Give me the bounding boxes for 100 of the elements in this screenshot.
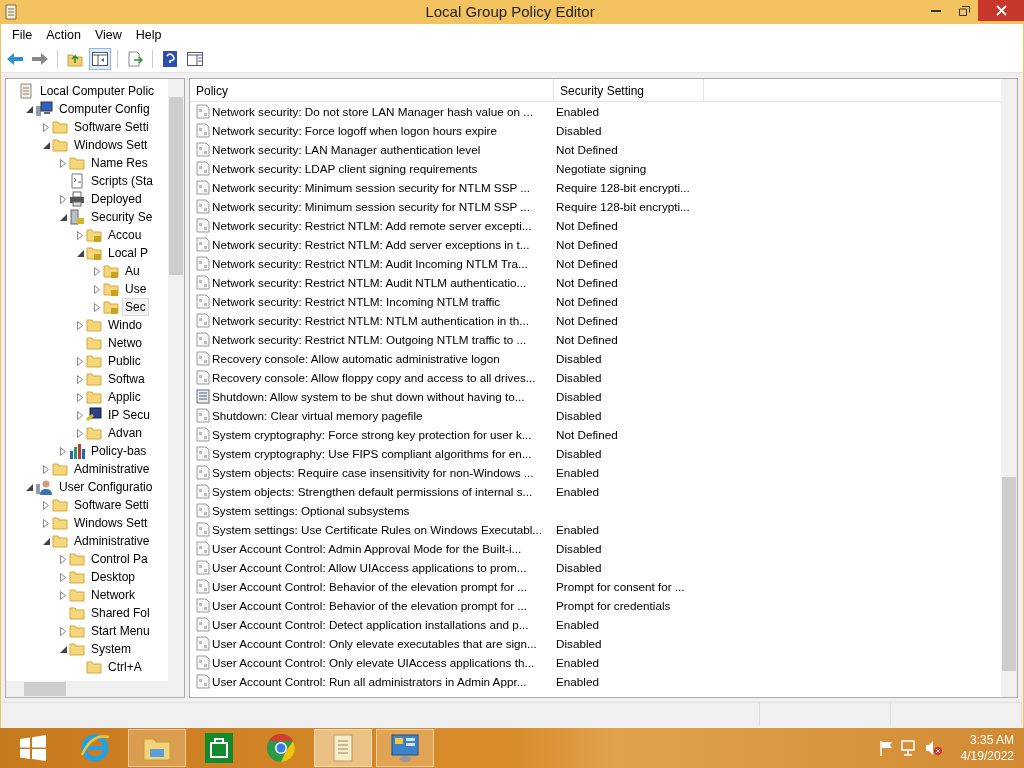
tree-item[interactable]: Accou xyxy=(105,226,145,244)
tree-item[interactable]: Software Setti xyxy=(71,496,152,514)
collapsed-arrow-icon[interactable] xyxy=(77,374,83,384)
locked-folder-icon xyxy=(103,263,119,279)
vertical-scrollbar[interactable] xyxy=(168,79,184,681)
toolbar-button[interactable] xyxy=(89,48,111,70)
column-header[interactable]: Security Setting xyxy=(554,79,704,101)
collapsed-arrow-icon[interactable] xyxy=(94,266,100,276)
tree-item[interactable]: System xyxy=(88,640,134,658)
menu-item[interactable]: File xyxy=(5,28,40,42)
store-bag-icon xyxy=(205,733,233,763)
collapsed-arrow-icon[interactable] xyxy=(77,320,83,330)
restore-icon xyxy=(958,5,970,16)
policy-icon xyxy=(196,655,210,670)
collapsed-arrow-icon[interactable] xyxy=(94,302,100,312)
security-setting: Not Defined xyxy=(556,219,618,232)
policy-name: Recovery console: Allow floppy copy and access to all drives... xyxy=(212,371,536,384)
tree-item[interactable]: Shared Fol xyxy=(88,604,153,622)
collapsed-arrow-icon[interactable] xyxy=(60,572,66,582)
tree-item[interactable]: Windows Sett xyxy=(71,136,151,154)
show-tree-icon xyxy=(92,52,108,66)
policy-name: User Account Control: Only elevate UIAccess applications th... xyxy=(212,656,535,669)
tree-item[interactable]: Ctrl+A xyxy=(105,658,145,676)
scroll-icon xyxy=(4,4,18,20)
tree-item[interactable]: Administrative xyxy=(71,460,153,478)
collapsed-arrow-icon[interactable] xyxy=(77,410,83,420)
tree-item[interactable]: Deployed xyxy=(88,190,145,208)
tree-item[interactable]: Network xyxy=(88,586,138,604)
collapsed-arrow-icon[interactable] xyxy=(43,464,49,474)
tree-item[interactable]: Local P xyxy=(105,244,152,262)
collapsed-arrow-icon[interactable] xyxy=(43,518,49,528)
column-header[interactable]: Policy xyxy=(190,79,554,101)
tree-item[interactable]: Netwo xyxy=(105,334,145,352)
menu-item[interactable]: Action xyxy=(39,28,88,42)
muted-speaker-icon[interactable] xyxy=(924,740,943,756)
collapsed-arrow-icon[interactable] xyxy=(77,428,83,438)
tree-item[interactable]: Desktop xyxy=(88,568,139,586)
expanded-arrow-icon[interactable] xyxy=(25,483,33,491)
tree-item[interactable]: Administrative xyxy=(71,532,153,550)
collapsed-arrow-icon[interactable] xyxy=(60,590,66,600)
tree-item[interactable]: Sec xyxy=(122,298,149,316)
printer-icon xyxy=(69,191,85,207)
tree-item[interactable]: Local Computer Polic xyxy=(37,82,158,100)
tree-item[interactable]: Start Menu xyxy=(88,622,153,640)
close-button[interactable] xyxy=(978,0,1024,21)
policy-name: Network security: Minimum session security for NTLM SSP ... xyxy=(212,200,531,213)
security-setting: Disabled xyxy=(556,447,602,460)
collapsed-arrow-icon[interactable] xyxy=(77,356,83,366)
expanded-arrow-icon[interactable] xyxy=(59,645,67,653)
collapsed-arrow-icon[interactable] xyxy=(94,284,100,294)
taskbar-button[interactable] xyxy=(376,729,434,767)
expanded-arrow-icon[interactable] xyxy=(25,105,33,113)
expanded-arrow-icon[interactable] xyxy=(42,141,50,149)
tree-item[interactable]: IP Secu xyxy=(105,406,153,424)
policy-name: User Account Control: Detect application installations and p... xyxy=(212,618,529,631)
security-setting: Require 128-bit encrypti... xyxy=(556,200,690,213)
policy-icon xyxy=(196,275,210,290)
collapsed-arrow-icon[interactable] xyxy=(60,158,66,168)
collapsed-arrow-icon[interactable] xyxy=(43,122,49,132)
collapsed-arrow-icon[interactable] xyxy=(60,554,66,564)
tree-item[interactable]: Security Se xyxy=(88,208,156,226)
collapsed-arrow-icon[interactable] xyxy=(77,230,83,240)
taskbar-button[interactable] xyxy=(128,729,186,767)
security-setting: Enabled xyxy=(556,466,599,479)
tree-item[interactable]: Policy-bas xyxy=(88,442,150,460)
tree-item[interactable]: Au xyxy=(122,262,143,280)
vertical-scrollbar[interactable] xyxy=(1001,79,1017,697)
horizontal-scrollbar[interactable] xyxy=(6,681,184,697)
expanded-arrow-icon[interactable] xyxy=(59,213,67,221)
collapsed-arrow-icon[interactable] xyxy=(77,392,83,402)
tree-item[interactable]: Applic xyxy=(105,388,144,406)
folder-icon xyxy=(86,353,102,369)
tree-item[interactable]: Use xyxy=(122,280,150,298)
tree-item[interactable]: Scripts (Sta xyxy=(88,172,156,190)
tree-item[interactable]: Softwa xyxy=(105,370,148,388)
collapsed-arrow-icon[interactable] xyxy=(60,626,66,636)
tree-item[interactable]: Windows Sett xyxy=(71,514,151,532)
policy-name: Network security: Minimum session security for NTLM SSP ... xyxy=(212,181,531,194)
security-setting: Negotiate signing xyxy=(556,162,647,175)
policy-name: Network security: Restrict NTLM: Outgoing NTLM traffic to ... xyxy=(212,333,527,346)
collapsed-arrow-icon[interactable] xyxy=(43,500,49,510)
tree-item[interactable]: Public xyxy=(105,352,144,370)
tree-item[interactable]: User Configuratio xyxy=(56,478,156,496)
tree-item[interactable]: Name Res xyxy=(88,154,151,172)
collapsed-arrow-icon[interactable] xyxy=(60,194,66,204)
tree-item[interactable]: Advan xyxy=(105,424,146,442)
forward-arrow-icon xyxy=(31,52,49,66)
expanded-arrow-icon[interactable] xyxy=(42,537,50,545)
scroll-icon xyxy=(330,733,356,763)
tree-item[interactable]: Software Setti xyxy=(71,118,152,136)
tree-item[interactable]: Windo xyxy=(105,316,145,334)
network-icon[interactable] xyxy=(900,740,917,756)
tree-item[interactable]: Control Pa xyxy=(88,550,151,568)
menu-item[interactable]: View xyxy=(87,28,129,42)
flag-icon[interactable] xyxy=(878,740,893,756)
tree-item[interactable]: Computer Config xyxy=(56,100,153,118)
expanded-arrow-icon[interactable] xyxy=(76,249,84,257)
collapsed-arrow-icon[interactable] xyxy=(60,446,66,456)
policy-icon xyxy=(196,484,210,499)
menu-item[interactable]: Help xyxy=(128,28,169,42)
